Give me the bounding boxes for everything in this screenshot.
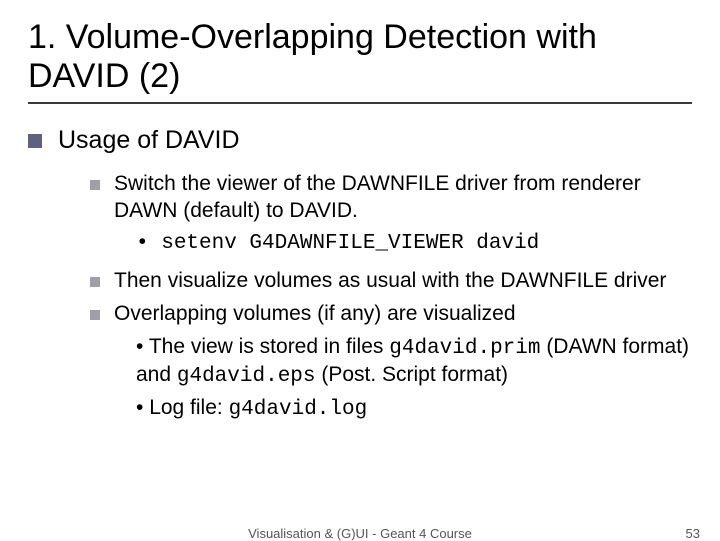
lvl1-text: Usage of DAVID [58,126,240,155]
lvl3-code: setenv G4DAWNFILE_VIEWER david [136,232,539,255]
lvl2-text: Overlapping volumes (if any) are visuali… [114,301,516,328]
footer-center-text: Visualisation & (G)UI - Geant 4 Course [248,526,472,541]
bullet-lvl3: setenv G4DAWNFILE_VIEWER david [136,231,692,258]
bullet-lvl2: Switch the viewer of the DAWNFILE driver… [90,171,692,225]
lvl2-text: Then visualize volumes as usual with the… [114,268,666,295]
lvl3-text: The view is stored in files g4david.prim… [136,335,689,387]
code-fragment: g4david.prim [389,337,540,360]
code-fragment: g4david.eps [177,365,316,388]
title-rule [28,102,692,104]
bullet-lvl1: Usage of DAVID [28,126,692,155]
square-bullet-icon [28,134,42,148]
text-fragment: Log file: [149,396,228,419]
slide-title: 1. Volume-Overlapping Detection with DAV… [28,18,692,96]
bullet-lvl3: Log file: g4david.log [136,395,692,424]
square-bullet-icon [90,310,100,320]
bullet-lvl2: Then visualize volumes as usual with the… [90,268,692,295]
lvl2-text: Switch the viewer of the DAWNFILE driver… [114,171,692,225]
lvl3-text: Log file: g4david.log [136,396,367,419]
bullet-lvl2: Overlapping volumes (if any) are visuali… [90,301,692,328]
code-fragment: g4david.log [229,398,368,421]
square-bullet-icon [90,277,100,287]
text-fragment: The view is stored in files [149,335,389,358]
text-fragment: (Post. Script format) [316,363,509,386]
bullet-lvl3: The view is stored in files g4david.prim… [136,334,692,392]
page-number: 53 [686,526,700,541]
square-bullet-icon [90,180,100,190]
